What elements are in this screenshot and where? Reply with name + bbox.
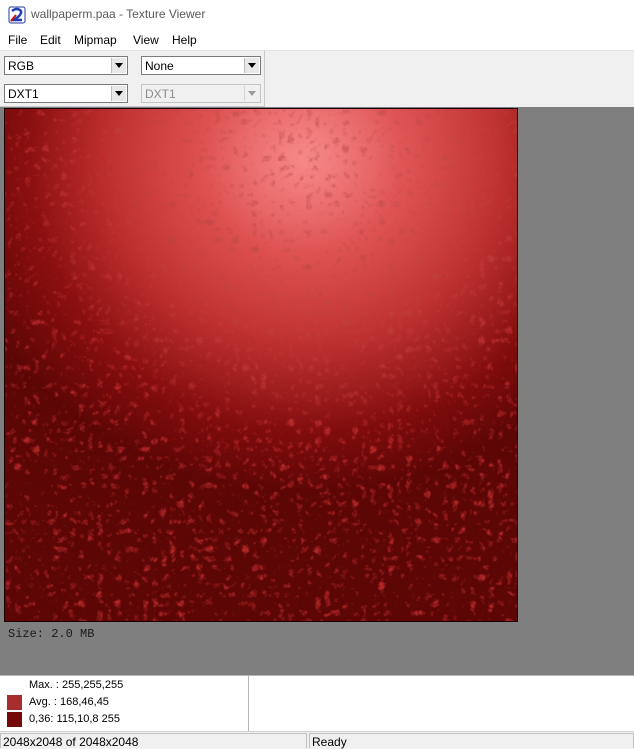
max-color-swatch [7, 678, 22, 693]
secondary-format-select: DXT1 [141, 84, 261, 103]
status-state-pane: Ready [309, 733, 634, 749]
menu-help[interactable]: Help [172, 33, 197, 47]
texture-viewport[interactable]: Size: 2.0 MB [0, 107, 634, 675]
menu-bar: File Edit Mipmap View Help [0, 30, 634, 51]
toolbar-empty-area [265, 51, 634, 106]
menu-mipmap[interactable]: Mipmap [74, 33, 117, 47]
secondary-format-select-value: DXT1 [145, 87, 176, 101]
filter-select[interactable]: None [141, 56, 261, 75]
menu-view[interactable]: View [133, 33, 159, 47]
stat-min-label: 0,36: [29, 713, 54, 725]
menu-edit[interactable]: Edit [40, 33, 61, 47]
toolbar: RGB None DXT1 DXT1 [0, 51, 265, 107]
channel-select[interactable]: RGB [4, 56, 128, 75]
chevron-down-icon[interactable] [111, 58, 126, 73]
color-stats-panel: Max. : 255,255,255 Avg. : 168,46,45 0,36… [0, 675, 249, 731]
format-select-value: DXT1 [8, 87, 39, 101]
stat-max-label: Max. [29, 679, 53, 691]
stat-min-value: 115,10,8 255 [56, 713, 120, 725]
texture-size-label: Size: 2.0 MB [8, 627, 95, 641]
min-color-swatch [7, 712, 22, 727]
stat-max-value: : 255,255,255 [55, 679, 124, 691]
format-select[interactable]: DXT1 [4, 84, 128, 103]
status-state: Ready [312, 735, 347, 749]
status-dimensions-pane: 2048x2048 of 2048x2048 [0, 733, 307, 749]
status-bar: 2048x2048 of 2048x2048 Ready [0, 731, 634, 749]
title-bar: wallpaperm.paa - Texture Viewer [0, 0, 634, 30]
avg-color-swatch [7, 695, 22, 710]
stat-avg-value: : 168,46,45 [53, 696, 109, 708]
stat-avg-label: Avg. [29, 696, 51, 708]
channel-select-value: RGB [8, 59, 35, 73]
app-icon[interactable] [8, 6, 26, 24]
menu-file[interactable]: File [8, 33, 27, 47]
texture-image[interactable] [4, 108, 518, 622]
filter-select-value: None [145, 59, 174, 73]
chevron-down-icon [244, 86, 259, 101]
window-title: wallpaperm.paa - Texture Viewer [31, 7, 206, 21]
stats-empty-area [249, 675, 634, 731]
chevron-down-icon[interactable] [111, 86, 126, 101]
chevron-down-icon[interactable] [244, 58, 259, 73]
status-dimensions: 2048x2048 of 2048x2048 [3, 735, 139, 749]
